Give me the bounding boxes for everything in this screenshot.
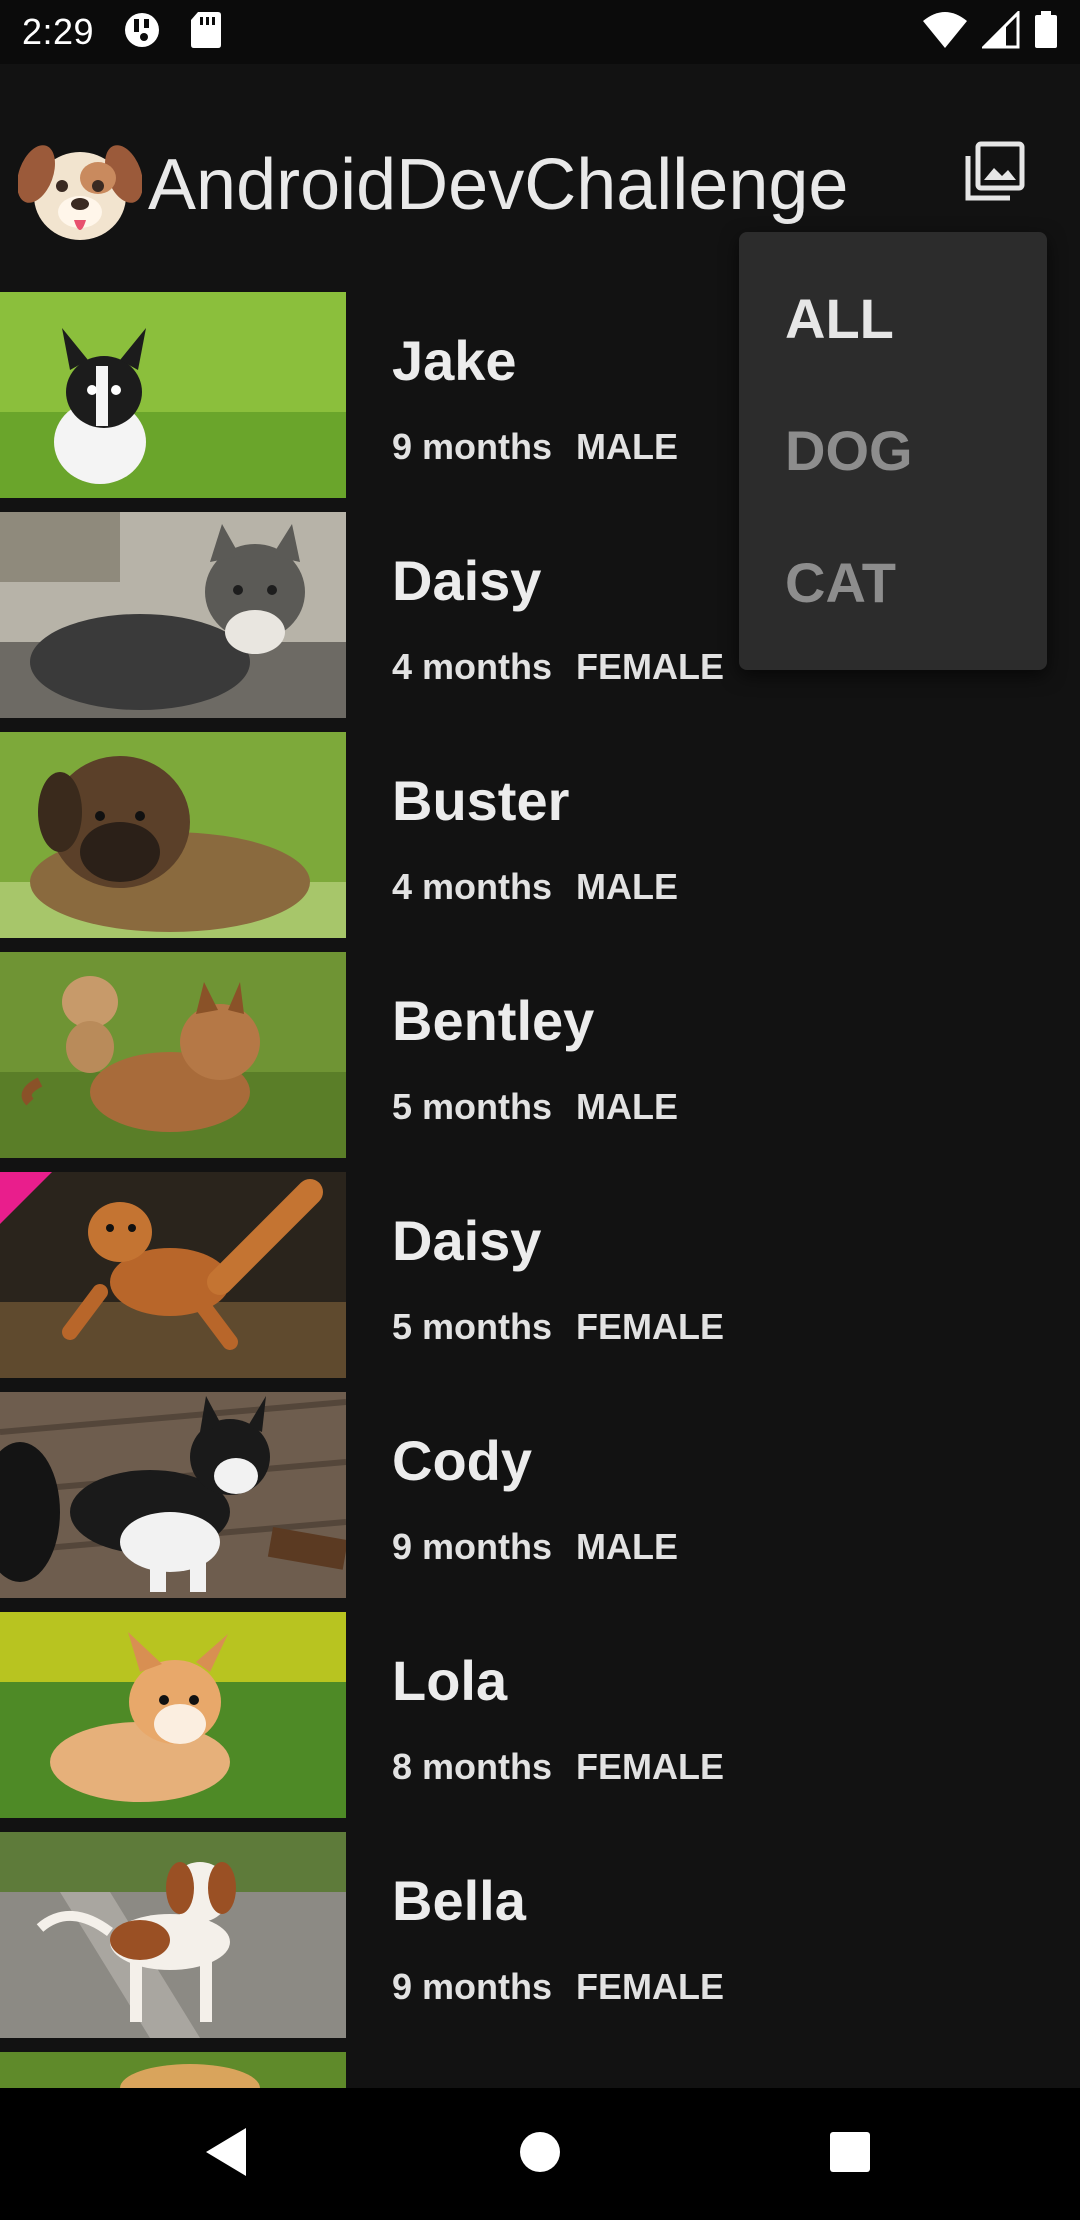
navigation-bar [0,2088,1080,2220]
pet-gender: MALE [576,426,679,467]
back-button[interactable] [186,2114,266,2194]
pet-list-item[interactable]: Cody 9 months MALE [0,1392,1080,1598]
pet-list-item[interactable]: Bentley 5 months MALE [0,952,1080,1158]
pet-photo [0,1172,346,1378]
pet-photo [0,292,346,498]
pet-photo [0,1832,346,2038]
notification-icon [122,10,162,55]
menu-item-all[interactable]: ALL [785,286,894,351]
pet-age: 4 months [392,646,553,687]
pet-name: Daisy [392,549,542,612]
screen: 2:29 AndroidDevChallenge Jake 9 months M… [0,0,1080,2220]
pet-photo [0,2052,346,2088]
pet-gender: FEMALE [576,1966,725,2007]
status-time: 2:29 [22,11,95,52]
pet-name: Bentley [392,989,595,1052]
pet-meta: 9 months MALE [392,426,678,468]
pet-gender: MALE [576,1526,679,1567]
battery-icon [1034,10,1058,54]
menu-item-dog[interactable]: DOG [785,418,913,483]
pet-name: Bella [392,1869,526,1932]
app-title: AndroidDevChallenge [148,145,849,225]
pet-age: 5 months [392,1086,553,1127]
pet-list-item[interactable] [0,2052,1080,2088]
sd-card-icon [190,11,222,54]
pet-list-item[interactable]: Buster 4 months MALE [0,732,1080,938]
pet-photo [0,512,346,718]
pet-photo [0,1612,346,1818]
filter-menu: ALL DOG CAT [739,232,1047,670]
pet-gender: FEMALE [576,1306,725,1347]
pet-photo [0,1392,346,1598]
pet-name: Daisy [392,1209,542,1272]
photo-library-icon [962,140,1026,209]
pet-list-item[interactable]: Daisy 5 months FEMALE [0,1172,1080,1378]
pet-gender: MALE [576,1086,679,1127]
pet-photo [0,952,346,1158]
pet-name: Jake [392,329,517,392]
pet-name: Cody [392,1429,532,1492]
home-icon [518,2130,562,2179]
pet-list-item[interactable]: Bella 9 months FEMALE [0,1832,1080,2038]
pet-name: Buster [392,769,570,832]
pet-gender: FEMALE [576,646,725,687]
pet-age: 9 months [392,1526,553,1567]
pet-meta: 8 months FEMALE [392,1746,724,1788]
pet-gender: FEMALE [576,1746,725,1787]
pet-list-item[interactable]: Lola 8 months FEMALE [0,1612,1080,1818]
photo-library-button[interactable] [956,136,1032,212]
pet-meta: 9 months MALE [392,1526,678,1568]
pet-meta: 4 months MALE [392,866,678,908]
pet-name: Lola [392,1649,508,1712]
signal-icon [980,8,1020,54]
pet-meta: 9 months FEMALE [392,1966,724,2008]
menu-item-cat[interactable]: CAT [785,550,896,615]
back-icon [202,2126,250,2183]
status-bar: 2:29 [0,0,1080,64]
pet-meta: 4 months FEMALE [392,646,724,688]
home-button[interactable] [500,2114,580,2194]
pet-meta: 5 months MALE [392,1086,678,1128]
recents-button[interactable] [810,2114,890,2194]
pet-photo [0,732,346,938]
pet-age: 5 months [392,1306,553,1347]
pet-age: 8 months [392,1746,553,1787]
pet-age: 9 months [392,426,553,467]
recents-icon [829,2131,871,2178]
pet-age: 9 months [392,1966,553,2007]
pet-meta: 5 months FEMALE [392,1306,724,1348]
pet-age: 4 months [392,866,553,907]
dog-face-logo [17,136,143,246]
pet-gender: MALE [576,866,679,907]
wifi-icon [922,11,968,54]
